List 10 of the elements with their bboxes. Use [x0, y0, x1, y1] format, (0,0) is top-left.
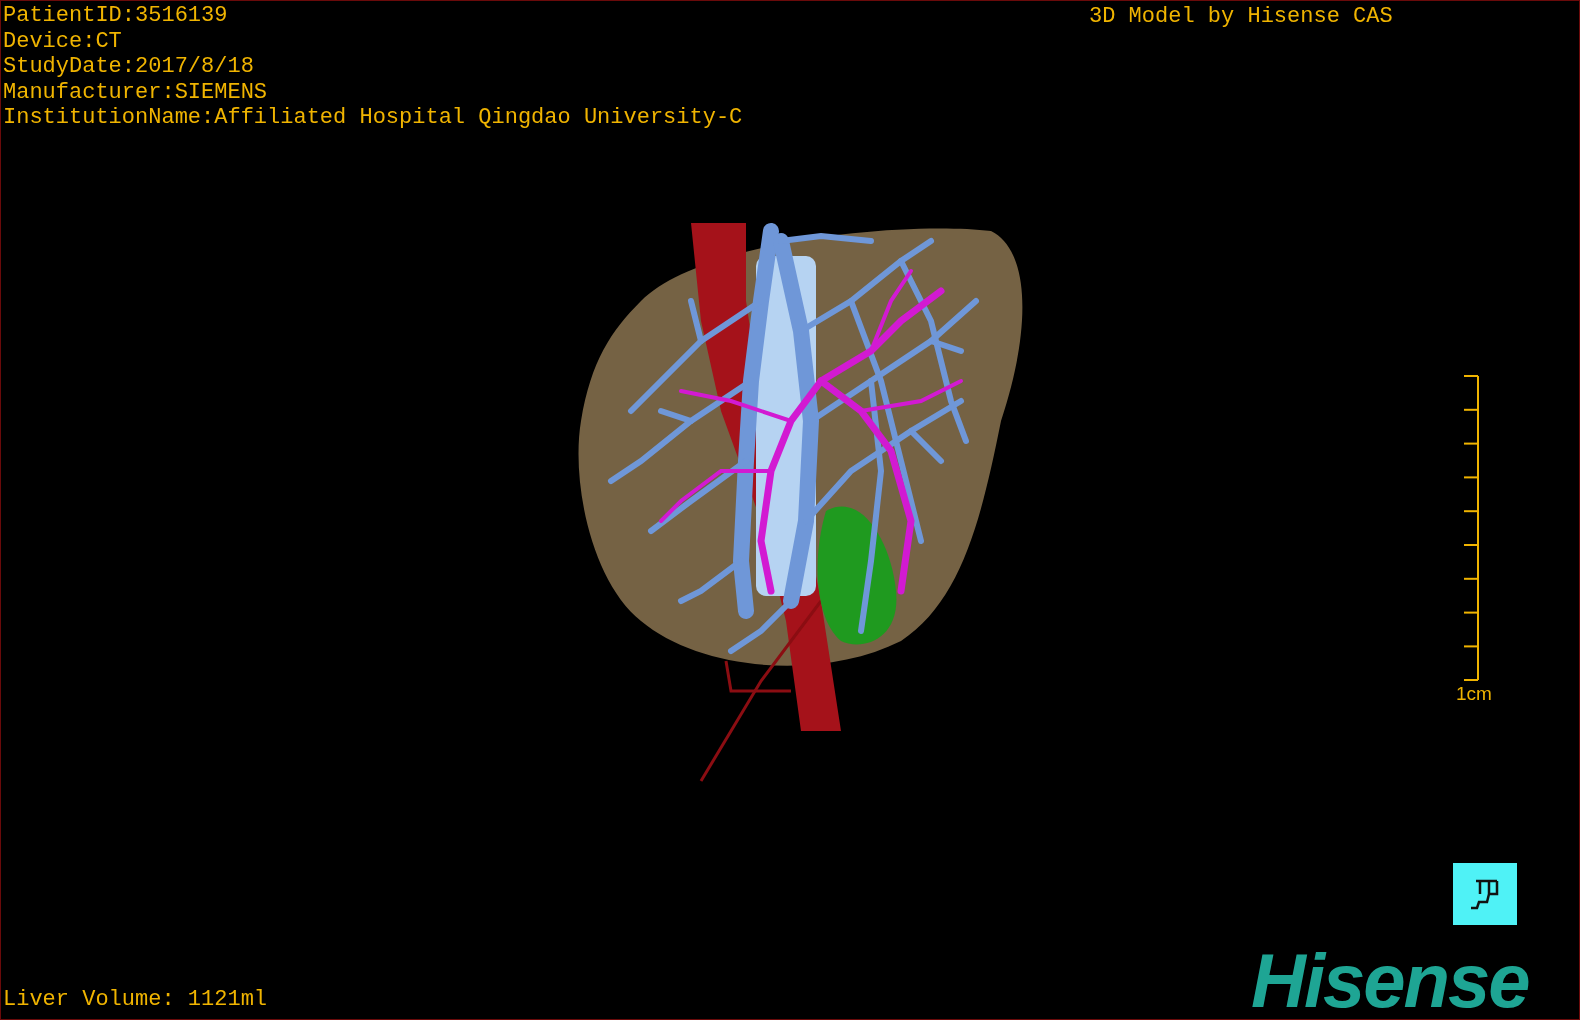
scale-label: 1cm: [1456, 683, 1492, 705]
model-credit-text: 3D Model by Hisense CAS: [1089, 4, 1393, 29]
orientation-marker-icon[interactable]: [1453, 863, 1517, 925]
liver-volume-text: Liver Volume: 1121ml: [3, 987, 268, 1012]
logo: Hisense: [1251, 943, 1529, 1019]
patient-info-text: InstitutionName:Affiliated Hospital Qingdao University-C: [3, 105, 743, 131]
patient-info-text: PatientID:3516139: [3, 3, 228, 29]
patient-info-text: Manufacturer:SIEMENS: [3, 79, 268, 105]
patient-info-text: Device:CT: [3, 28, 122, 54]
patient-info-text: StudyDate:2017/8/18: [3, 54, 254, 80]
